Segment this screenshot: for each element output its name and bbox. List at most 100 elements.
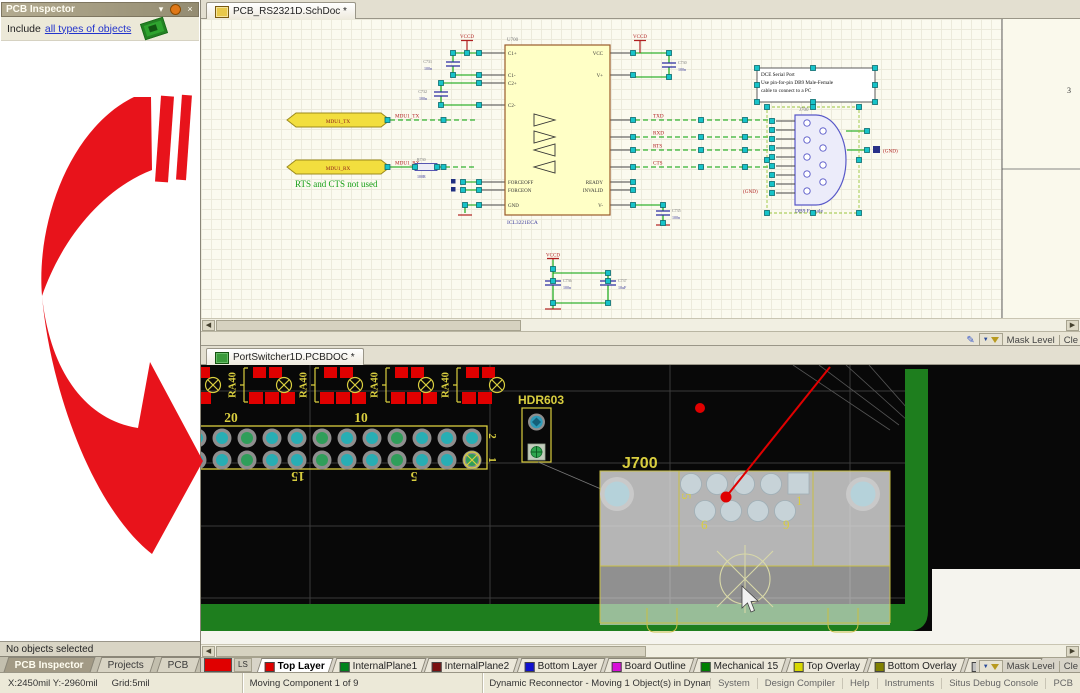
sch-port-mdu-rx[interactable]: MDU1_RX (287, 160, 390, 174)
mask-level-button[interactable]: Mask Level (1007, 661, 1055, 672)
tab-schdoc[interactable]: PCB_RS2321D.SchDoc * (206, 2, 356, 20)
svg-text:MDU1_RX: MDU1_RX (326, 166, 351, 172)
mask-level-button[interactable]: Mask Level (1007, 335, 1055, 346)
svg-text:20: 20 (224, 410, 238, 425)
funnel-icon (991, 664, 999, 670)
cursor-coordinates: X:2450mil Y:-2960mil (8, 678, 98, 689)
tab-pcbdoc[interactable]: PortSwitcher1D.PCBDOC * (206, 348, 364, 366)
layer-tab-top-overlay[interactable]: Top Overlay (786, 658, 869, 673)
ratsnest-fan (793, 365, 915, 430)
pcbdoc-tab-label: PortSwitcher1D.PCBDOC * (233, 352, 355, 363)
svg-text:Use pin-for-pin DB9 Male-Femal: Use pin-for-pin DB9 Male-Female (761, 79, 834, 86)
layer-set-button[interactable]: LS (234, 658, 252, 672)
hdr603-component[interactable]: HDR603 (518, 393, 564, 462)
scroll-right-icon[interactable]: ▶ (1066, 320, 1079, 331)
ic-component[interactable]: U700 ICL3221ECA C1+ C1- C2+ C2- FORCEOFF… (482, 38, 633, 226)
situs-debug-console-button[interactable]: Situs Debug Console (941, 678, 1045, 689)
scroll-left-icon[interactable]: ◀ (202, 320, 215, 331)
clear-button[interactable]: Cle (1064, 661, 1078, 672)
scroll-thumb[interactable] (216, 320, 521, 331)
moving-status: Moving Component 1 of 9 (250, 678, 359, 689)
scroll-thumb[interactable] (216, 646, 646, 657)
layer-color-icon (340, 661, 350, 671)
layer-tab-bottom-overlay[interactable]: Bottom Overlay (867, 658, 966, 673)
svg-text:2: 2 (486, 433, 498, 439)
svg-text:J700: J700 (799, 108, 809, 113)
pcb-menu-button[interactable]: PCB (1045, 678, 1080, 689)
svg-text:1: 1 (486, 457, 498, 463)
schematic-hscrollbar[interactable]: ◀ ▶ (201, 318, 1080, 331)
svg-text:FORCEOFF: FORCEOFF (508, 181, 534, 186)
db9-connector[interactable]: J700 DB9 Female (767, 107, 859, 215)
svg-text:C732: C732 (418, 89, 427, 94)
svg-text:6: 6 (701, 517, 708, 532)
tab-projects[interactable]: Projects (96, 657, 155, 672)
sch-port-mdu-tx[interactable]: MDU1_TX (287, 113, 390, 127)
svg-text:VCCD: VCCD (633, 35, 647, 40)
layer-color-icon (265, 661, 275, 671)
ic-designator: U700 (507, 38, 519, 43)
panel-titlebar[interactable]: PCB Inspector ▾ × (1, 2, 199, 17)
svg-text:RA40: RA40 (299, 372, 310, 398)
svg-text:100n: 100n (563, 285, 571, 290)
help-menu-button[interactable]: Help (842, 678, 877, 689)
system-menu-button[interactable]: System (710, 678, 757, 689)
ic-part-number: ICL3221ECA (507, 220, 538, 226)
svg-text:(GND): (GND) (883, 148, 898, 155)
svg-text:DB9 Female: DB9 Female (795, 209, 824, 215)
layer-tab-bottom[interactable]: Bottom Layer (516, 658, 605, 673)
layer-tab-internalplane1[interactable]: InternalPlane1 (331, 658, 425, 673)
svg-text:RA40: RA40 (228, 372, 239, 398)
layer-tab-mechanical15[interactable]: Mechanical 15 (693, 658, 787, 673)
pin-icon[interactable] (170, 4, 181, 15)
layer-tab-internalplane2[interactable]: InternalPlane2 (424, 658, 518, 673)
svg-text:C737: C737 (618, 278, 627, 283)
pcb-canvas[interactable]: RA40 RA40 RA40 RA40 (201, 365, 1080, 644)
layer-tab-top[interactable]: Top Layer (256, 658, 333, 673)
schematic-canvas[interactable]: 3 (201, 19, 1080, 318)
resistor-r730[interactable]: R730 100R (415, 157, 437, 179)
pcb-hscrollbar[interactable]: ◀ ▶ (201, 644, 1080, 657)
svg-text:C735: C735 (672, 208, 681, 213)
svg-text:GND: GND (508, 204, 519, 209)
svg-text:1: 1 (796, 493, 803, 508)
grid-setting: Grid:5mil (112, 678, 150, 689)
svg-text:C1+: C1+ (508, 52, 517, 57)
instruments-menu-button[interactable]: Instruments (877, 678, 942, 689)
chevron-down-icon[interactable]: ▾ (155, 4, 167, 15)
svg-text:RTS: RTS (653, 144, 662, 150)
svg-text:VCCD: VCCD (460, 35, 474, 40)
schematic-tabbar: PCB_RS2321D.SchDoc * (201, 0, 1080, 19)
close-icon[interactable]: × (184, 4, 196, 15)
svg-text:100R: 100R (417, 174, 426, 179)
svg-text:R730: R730 (417, 157, 426, 162)
scroll-left-icon[interactable]: ◀ (202, 646, 215, 657)
layer-tab-board-outline[interactable]: Board Outline (604, 658, 695, 673)
tab-pcb[interactable]: PCB (157, 657, 200, 672)
no-objects-text: No objects selected (0, 641, 200, 656)
svg-text:TXD: TXD (653, 114, 664, 120)
layer-color-icon (794, 661, 804, 671)
edit-icon[interactable]: ✎ (966, 335, 974, 346)
svg-text:9: 9 (783, 517, 790, 532)
svg-text:CTS: CTS (653, 161, 663, 167)
header-connector[interactable]: 20 10 15 5 2 1 (201, 410, 498, 484)
note-frame[interactable]: DCE Serial Port Use pin-for-pin DB9 Male… (757, 68, 875, 102)
tab-pcb-inspector[interactable]: PCB Inspector (4, 657, 96, 672)
svg-text:V-: V- (598, 204, 603, 209)
include-types-link[interactable]: all types of objects (45, 23, 131, 35)
svg-text:C1-: C1- (508, 74, 516, 79)
svg-text:READY: READY (586, 181, 604, 186)
design-compiler-menu-button[interactable]: Design Compiler (757, 678, 842, 689)
schematic-editor-pane: PCB_RS2321D.SchDoc * 3 (201, 0, 1080, 345)
inspector-empty-body (1, 41, 199, 641)
status-bar: X:2450mil Y:-2960mil Grid:5mil Moving Co… (0, 672, 1080, 693)
clear-button[interactable]: Cle (1064, 335, 1078, 346)
current-layer-swatch[interactable] (204, 658, 232, 672)
rts-cts-annotation: RTS and CTS not used (295, 179, 378, 189)
scroll-right-icon[interactable]: ▶ (1066, 646, 1079, 657)
svg-text:MDU1_TX: MDU1_TX (326, 119, 350, 125)
pcb-tabbar: PortSwitcher1D.PCBDOC * (201, 346, 1080, 365)
svg-text:RA40: RA40 (441, 372, 452, 398)
layer-color-icon (612, 661, 622, 671)
